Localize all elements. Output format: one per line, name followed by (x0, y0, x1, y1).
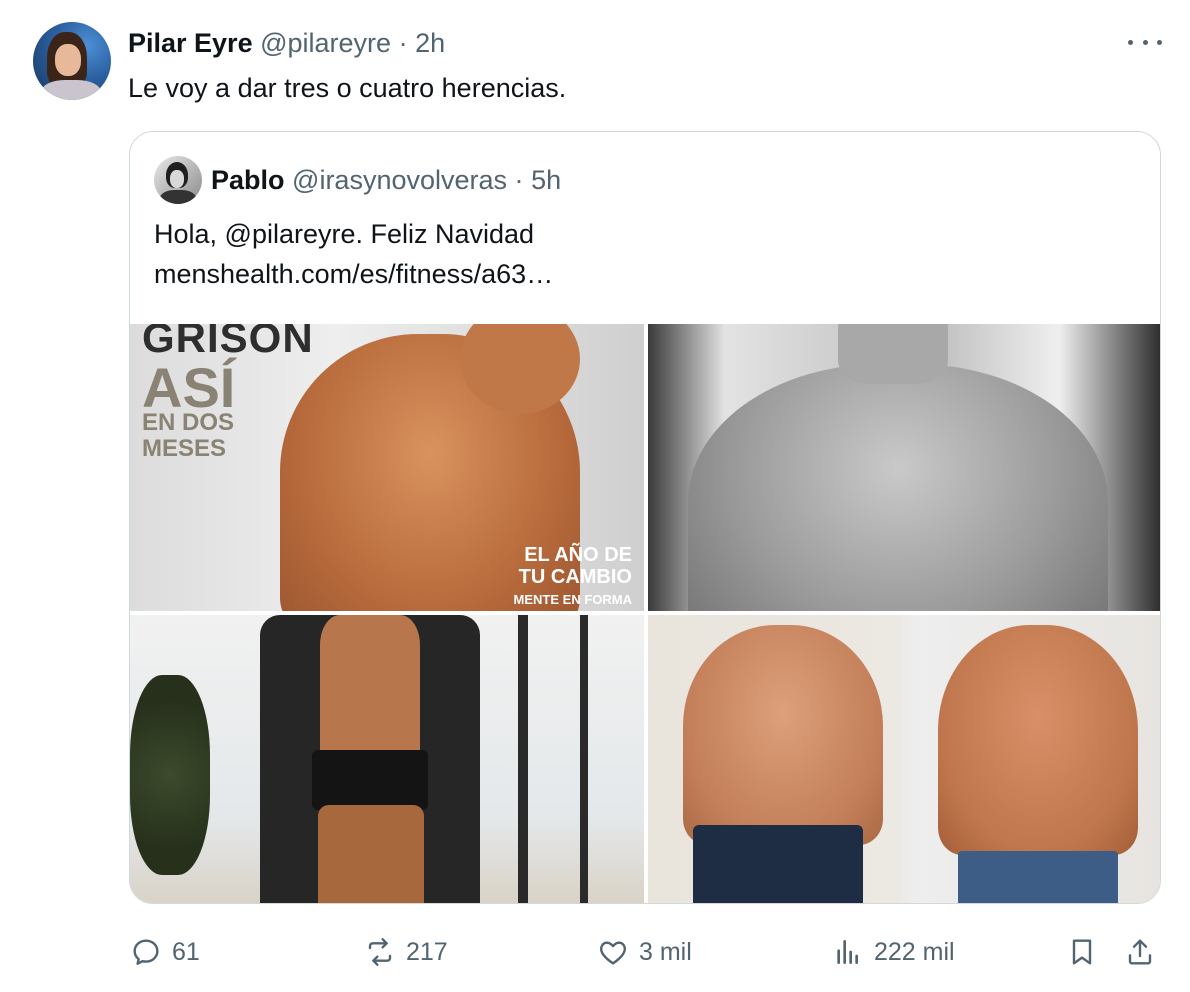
like-button[interactable]: 3 mil (597, 930, 692, 974)
quoted-author-name[interactable]: Pablo (211, 165, 285, 195)
retweet-count: 217 (406, 937, 448, 966)
tweet-header: Pilar Eyre @pilareyre · 2h (128, 26, 445, 60)
magazine-line2: MESES (142, 435, 227, 462)
reply-count: 61 (172, 937, 200, 966)
tweet-text: Le voy a dar tres o cuatro herencias. (128, 73, 567, 103)
magazine-right-line2: TU CAMBIO (518, 566, 632, 588)
share-button[interactable] (1124, 930, 1166, 974)
quoted-tweet-card[interactable]: Pablo @irasynovolveras · 5h Hola, @pilar… (129, 131, 1161, 904)
magazine-right-line3: MENTE EN FORMA (513, 592, 632, 607)
bw-chest-image[interactable] (648, 324, 1160, 611)
quoted-tweet-text: Hola, @pilareyre. Feliz Navidad mensheal… (154, 214, 553, 294)
robe-model-image[interactable] (130, 615, 644, 903)
author-avatar[interactable] (33, 22, 111, 100)
before-after-image[interactable] (648, 615, 1160, 903)
quoted-tweet-header: Pablo @irasynovolveras · 5h (211, 163, 561, 197)
media-grid: GRISON ASÍ EN DOS MESES EL AÑO DE TU CAM… (130, 324, 1160, 903)
after-torso (938, 625, 1138, 855)
window-frame (580, 615, 588, 903)
quoted-author-handle[interactable]: @irasynovolveras (292, 165, 507, 195)
magazine-headline: ASÍ (142, 356, 236, 419)
tweet-time[interactable]: 2h (415, 28, 445, 58)
before-torso (683, 625, 883, 845)
legs-shape (318, 805, 424, 903)
before-jeans (693, 825, 863, 903)
quoted-tweet-time[interactable]: 5h (531, 165, 561, 195)
more-icon[interactable] (1128, 30, 1162, 54)
like-count: 3 mil (639, 937, 692, 966)
reply-button[interactable]: 61 (130, 930, 200, 974)
share-icon (1124, 936, 1166, 968)
retweet-icon (364, 936, 406, 968)
header-separator: · (398, 28, 408, 58)
quoted-author-avatar[interactable] (154, 156, 202, 204)
quoted-header-separator: · (514, 165, 524, 195)
torso-shape (320, 615, 420, 765)
torso-shape (688, 364, 1108, 611)
reply-icon (130, 936, 172, 968)
neck-shape (838, 324, 948, 384)
views-button[interactable]: 222 mil (832, 930, 955, 974)
magazine-right-line1: EL AÑO DE (524, 544, 632, 566)
bookmark-button[interactable] (1066, 930, 1108, 974)
quoted-text-line: Hola, @pilareyre. Feliz Navidad (154, 219, 535, 249)
action-bar: 61 217 3 mil 222 mil (0, 930, 1190, 974)
author-name[interactable]: Pilar Eyre (128, 28, 253, 58)
bookmark-icon (1066, 936, 1108, 968)
after-jeans (958, 851, 1118, 903)
window-frame (518, 615, 528, 903)
like-icon (597, 936, 639, 968)
retweet-button[interactable]: 217 (364, 930, 448, 974)
author-handle[interactable]: @pilareyre (260, 28, 391, 58)
magazine-cover-image[interactable]: GRISON ASÍ EN DOS MESES EL AÑO DE TU CAM… (130, 324, 644, 611)
magazine-line1: EN DOS (142, 409, 235, 436)
quoted-link[interactable]: menshealth.com/es/fitness/a63… (154, 254, 553, 294)
views-count: 222 mil (874, 937, 955, 966)
views-icon (832, 936, 874, 968)
plant-shape (130, 675, 210, 875)
underwear-shape (312, 750, 428, 810)
